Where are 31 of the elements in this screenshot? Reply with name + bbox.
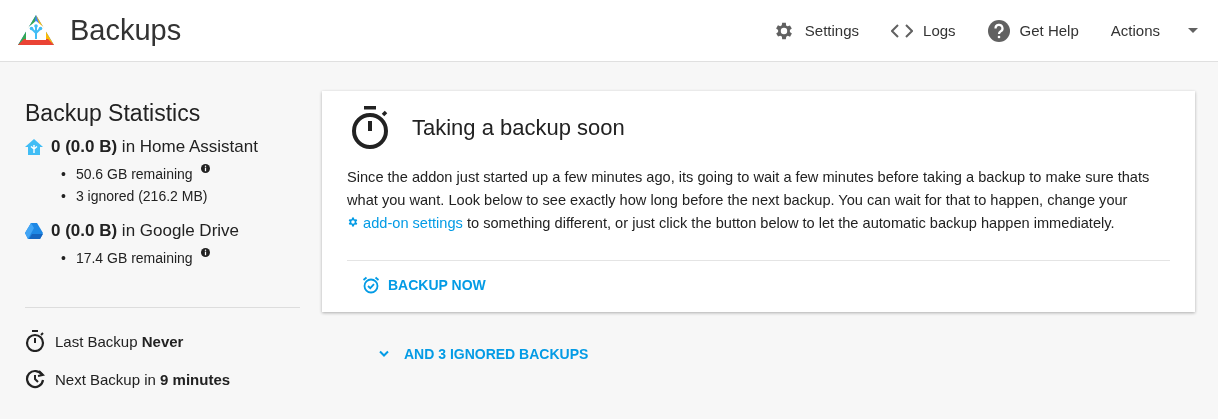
code-icon [891, 23, 914, 38]
schedule-text: Next Backup in 9 minutes [55, 370, 231, 388]
schedule-text: Last Backup Never [55, 332, 184, 350]
detail-text: 3 ignored (216.2 MB) [75, 188, 208, 204]
clock-icon [25, 369, 45, 389]
help-icon [987, 19, 1010, 42]
section-title: Backup Statistics [25, 100, 202, 127]
triangle-icon [25, 223, 43, 239]
card-message: Since the addon just started up a few minutes ago, its going to wait a few minutes before taking a backup to make sure thats what you want. Look below to see exactly how long before the next backup. You can wait for that to happen, change your add-on settings to something different, or just click the button below to let the automatic backup happen immediately. [347, 166, 1170, 261]
caret-icon [1188, 27, 1198, 34]
chevron-icon [378, 350, 390, 358]
detail-text: 17.4 GB remaining [75, 250, 193, 266]
info-icon[interactable] [200, 248, 210, 258]
info-icon[interactable] [200, 164, 210, 174]
house-icon [25, 139, 43, 155]
card-title: Taking a backup soon [412, 115, 625, 141]
bullet: • [61, 250, 66, 266]
bullet: • [61, 188, 66, 204]
source-summary: 0 (0.0 B) in Google Drive [51, 221, 240, 241]
stopwatch-icon [350, 106, 390, 150]
nav-link[interactable]: Get Help [987, 19, 1079, 42]
settings-icon [347, 216, 359, 228]
page-title: Backups [70, 14, 182, 47]
source-summary: 0 (0.0 B) in Home Assistant [51, 137, 258, 157]
actions-dropdown[interactable]: Actions [1110, 22, 1198, 39]
alarm-icon [362, 276, 380, 294]
stopwatch-icon [25, 330, 45, 352]
detail-text: 50.6 GB remaining [75, 166, 193, 182]
bullet: • [61, 166, 66, 182]
nav-link[interactable]: Settings [772, 19, 860, 42]
nav-link[interactable]: Logs [891, 22, 956, 39]
